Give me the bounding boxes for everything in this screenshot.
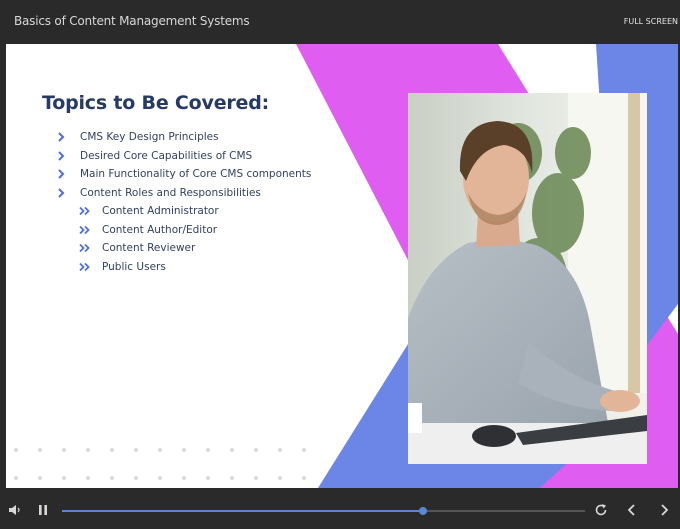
photo-hand <box>600 390 640 412</box>
chevron-right-icon <box>58 150 65 161</box>
sub-list-item: Public Users <box>56 258 311 277</box>
photo-mouse <box>472 425 516 447</box>
chevron-right-icon <box>58 132 65 142</box>
double-chevron-right-icon <box>79 243 90 253</box>
dot-grid <box>14 448 306 480</box>
fullscreen-button[interactable]: FULL SCREEN <box>624 17 678 26</box>
slide-heading: Topics to Be Covered: <box>42 92 270 114</box>
player-header: Basics of Content Management Systems FUL… <box>0 0 680 44</box>
double-chevron-right-icon <box>79 225 90 234</box>
player-controls <box>0 488 680 529</box>
chevron-right-icon <box>58 187 65 198</box>
blue-stripe-lower <box>408 464 566 488</box>
list-item-label: Main Functionality of Core CMS component… <box>80 168 312 181</box>
sub-list-item: Content Administrator <box>56 202 311 221</box>
chevron-right-icon <box>58 169 65 179</box>
photo-man-typing <box>408 93 647 464</box>
photo-cup <box>408 403 422 433</box>
topics-list: CMS Key Design Principles Desired Core C… <box>56 128 311 276</box>
sub-list-item-label: Content Administrator <box>102 205 219 218</box>
sub-list-item-label: Public Users <box>102 260 166 273</box>
sub-list-item: Content Reviewer <box>56 239 311 258</box>
list-item: CMS Key Design Principles <box>56 128 311 147</box>
pause-icon[interactable] <box>38 504 48 516</box>
sub-list-item-label: Content Author/Editor <box>102 223 218 236</box>
list-item-label: CMS Key Design Principles <box>80 131 219 144</box>
list-item-label: Content Roles and Responsibilities <box>80 186 261 199</box>
list-item: Content Roles and Responsibilities <box>56 184 311 203</box>
chevron-right-icon[interactable] <box>657 503 671 517</box>
course-title: Basics of Content Management Systems <box>14 14 250 28</box>
progress-fill <box>62 510 423 512</box>
volume-icon[interactable] <box>8 504 22 516</box>
blue-stripe-bottom <box>318 344 408 488</box>
double-chevron-right-icon <box>79 262 90 271</box>
progress-bar[interactable] <box>62 507 585 515</box>
progress-handle[interactable] <box>418 507 427 515</box>
list-item: Main Functionality of Core CMS component… <box>56 165 311 184</box>
list-item: Desired Core Capabilities of CMS <box>56 147 311 166</box>
list-item-label: Desired Core Capabilities of CMS <box>80 149 253 162</box>
sub-list-item: Content Author/Editor <box>56 221 311 240</box>
replay-icon[interactable] <box>594 503 608 517</box>
slide-canvas: Topics to Be Covered: CMS Key Design Pri… <box>6 44 678 488</box>
chevron-left-icon[interactable] <box>625 503 639 517</box>
sub-list-item-label: Content Reviewer <box>102 242 196 255</box>
photo-window-frame <box>628 93 640 393</box>
double-chevron-right-icon <box>79 206 90 216</box>
